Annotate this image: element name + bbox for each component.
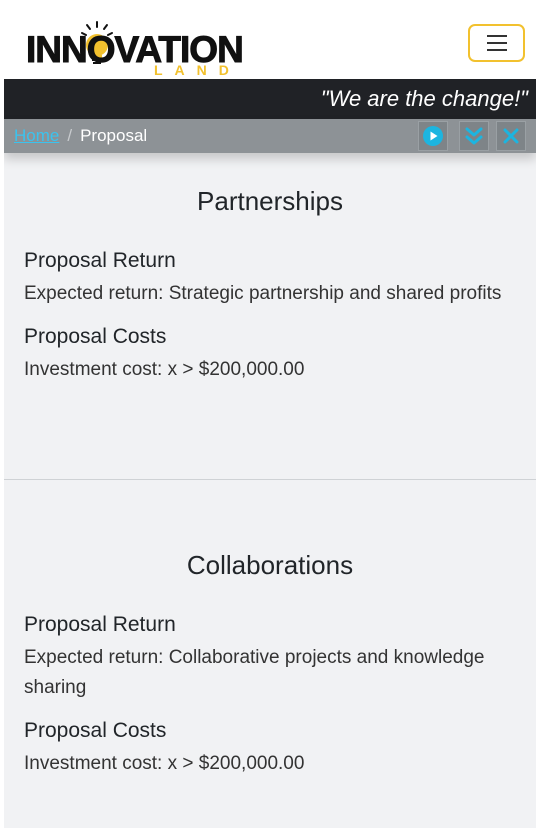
breadcrumb-home-link[interactable]: Home: [14, 126, 59, 145]
return-heading: Proposal Return: [24, 249, 176, 272]
proposal-section-collaborations: Collaborations Proposal Return Expected …: [4, 550, 536, 779]
play-circle-icon: [423, 126, 443, 146]
tagline: "We are the change!": [320, 86, 528, 111]
return-text: Expected return: Collaborative projects …: [24, 647, 485, 698]
close-icon: [503, 128, 519, 144]
section-title: Partnerships: [197, 186, 343, 216]
page-frame: INNOVATION LAND "We are the change!" Hom…: [4, 4, 536, 828]
hamburger-icon-line: [486, 35, 507, 37]
breadcrumb-separator: /: [67, 126, 73, 145]
double-chevron-down-icon: [465, 127, 483, 145]
navbar: INNOVATION LAND: [4, 4, 536, 79]
costs-heading: Proposal Costs: [24, 325, 167, 348]
menu-toggle-button[interactable]: [468, 24, 525, 62]
hamburger-icon-line: [486, 42, 507, 44]
costs-heading: Proposal Costs: [24, 719, 167, 742]
expand-button[interactable]: [459, 121, 489, 151]
section-divider: [4, 479, 536, 480]
costs-text: Investment cost: x > $200,000.00: [24, 753, 305, 774]
brand-logo[interactable]: INNOVATION LAND: [26, 18, 244, 78]
return-heading: Proposal Return: [24, 613, 176, 636]
costs-text: Investment cost: x > $200,000.00: [24, 359, 305, 380]
logo-subtext: LAND: [154, 62, 241, 78]
section-title: Collaborations: [186, 550, 354, 580]
tagline-bar: "We are the change!": [4, 79, 536, 119]
close-button[interactable]: [496, 121, 526, 151]
breadcrumb: Home / Proposal: [4, 119, 536, 153]
play-button[interactable]: [418, 121, 448, 151]
breadcrumb-current: Proposal: [80, 126, 148, 145]
hamburger-icon-line: [486, 49, 507, 51]
return-text: Expected return: Strategic partnership a…: [24, 283, 502, 304]
proposal-section-partnerships: Partnerships Proposal Return Expected re…: [4, 186, 536, 385]
